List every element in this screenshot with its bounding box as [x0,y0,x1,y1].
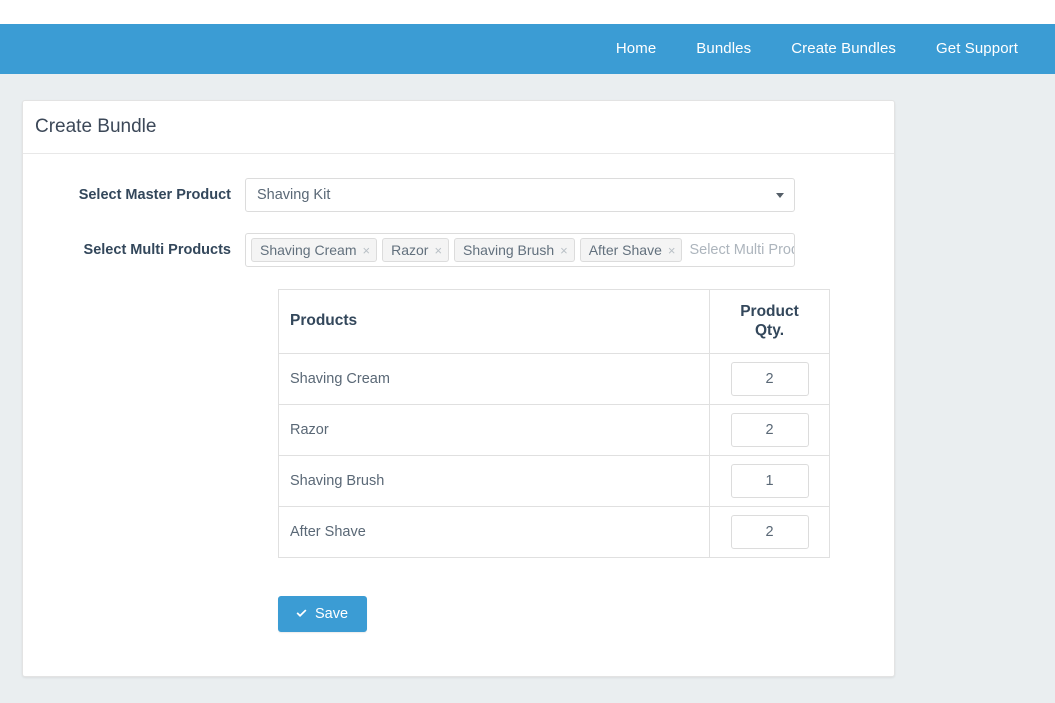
quantity-input[interactable] [730,514,809,549]
nav-list: Home Bundles Create Bundles Get Support [596,24,1038,74]
form-row-multi-products: Select Multi Products Shaving Cream × Ra… [23,233,894,267]
master-product-selected-value: Shaving Kit [257,187,331,203]
cell-product-qty [709,454,830,507]
card-body: Select Master Product Shaving Kit Select… [23,154,894,676]
table-row: Shaving Cream [278,352,830,405]
top-navbar: Home Bundles Create Bundles Get Support [0,24,1055,74]
column-header-product-qty: Product Qty. [709,289,830,354]
products-table: Products Product Qty. Shaving Cream 2 Ra… [278,289,830,558]
nav-item-get-support[interactable]: Get Support [916,24,1038,74]
selected-tag-label: Shaving Brush [463,242,555,258]
selected-tag-label: After Shave [588,242,662,258]
page-body: Create Bundle Select Master Product Shav… [0,74,1055,703]
selected-tag-label: Razor [391,242,429,258]
selected-tag-label: Shaving Cream [260,242,357,258]
selected-tag[interactable]: Shaving Brush × [454,238,575,262]
close-icon[interactable]: × [668,244,676,257]
cell-product-name: Razor [278,403,710,456]
products-table-body: Shaving Cream Razor Shavin [278,352,830,558]
table-header-row: Products Product Qty. [278,289,830,354]
table-row: Razor [278,403,830,456]
cell-product-name: Shaving Brush [278,454,710,507]
multi-products-placeholder[interactable]: Select Multi Products [687,242,794,258]
multi-products-select[interactable]: Shaving Cream × Razor × Shaving Brush × [245,233,795,267]
cell-product-qty [709,352,830,405]
column-header-products: Products [278,289,710,354]
selected-tag[interactable]: Shaving Cream × [251,238,378,262]
top-white-strip [0,0,1055,24]
save-row: Save [278,595,894,632]
quantity-input[interactable] [730,463,809,498]
master-product-select[interactable]: Shaving Kit [245,178,795,212]
close-icon[interactable]: × [434,244,442,257]
multi-products-control-wrap: Shaving Cream × Razor × Shaving Brush × [245,233,795,267]
selected-tag[interactable]: After Shave × [579,238,683,262]
close-icon[interactable]: × [363,244,371,257]
selected-tag[interactable]: Razor × [382,238,450,262]
chevron-down-icon [776,193,784,198]
column-header-qty-line1: Product [740,303,799,320]
check-icon [295,607,308,620]
cell-product-name: After Shave [278,505,710,558]
products-table-head: Products Product Qty. [278,289,830,354]
nav-item-home[interactable]: Home [596,24,676,74]
nav-item-create-bundles[interactable]: Create Bundles [771,24,916,74]
save-button-label: Save [315,605,349,622]
form-row-master-product: Select Master Product Shaving Kit [23,178,894,212]
label-select-multi-products: Select Multi Products [83,242,231,258]
quantity-input[interactable] [730,412,809,447]
quantity-input[interactable] [730,361,809,396]
products-table-wrap: Products Product Qty. Shaving Cream 2 Ra… [278,289,830,558]
card-header: Create Bundle [23,101,894,154]
close-icon[interactable]: × [560,244,568,257]
table-row: After Shave [278,505,830,558]
page-title: Create Bundle [35,116,157,137]
nav-item-bundles[interactable]: Bundles [676,24,771,74]
save-button[interactable]: Save [278,595,368,632]
label-select-master-product: Select Master Product [78,187,231,203]
cell-product-name: Shaving Cream [278,352,710,405]
column-header-qty-line2: Qty. [755,322,784,340]
table-row: Shaving Brush [278,454,830,507]
cell-product-qty [709,505,830,558]
cell-product-qty [709,403,830,456]
master-product-control-wrap: Shaving Kit [245,178,795,212]
create-bundle-card: Create Bundle Select Master Product Shav… [22,100,895,677]
